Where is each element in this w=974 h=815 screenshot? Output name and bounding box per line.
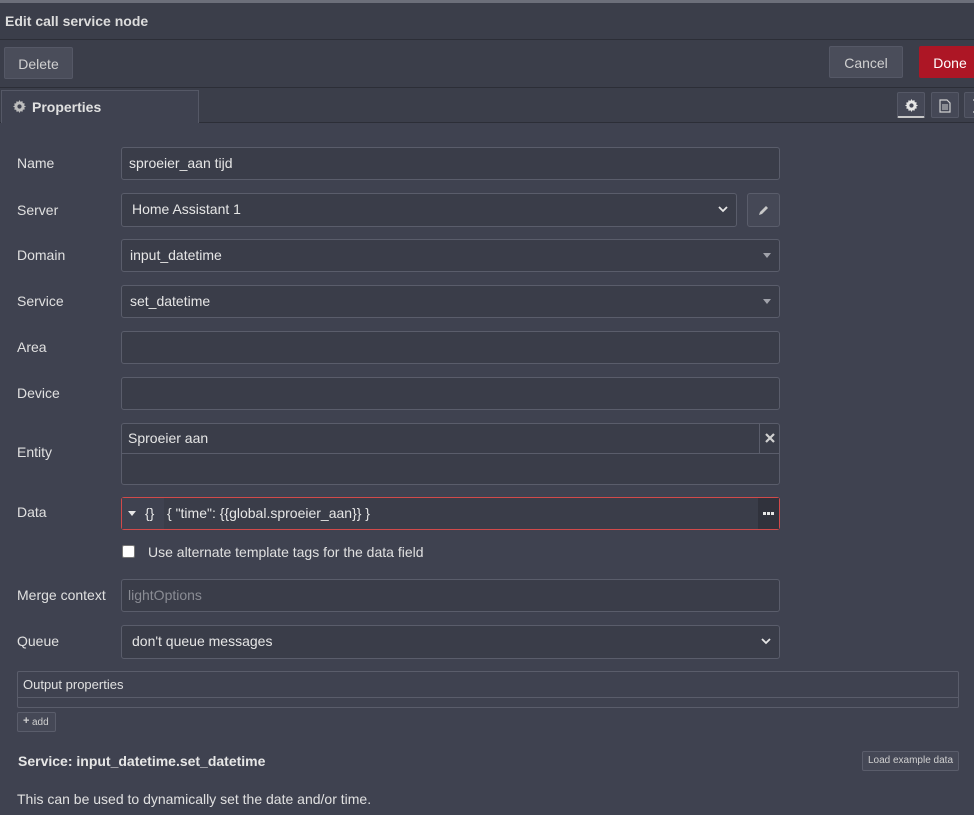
alt-template-tags-checkbox[interactable] bbox=[122, 545, 135, 558]
dialog-title: Edit call service node bbox=[5, 13, 149, 29]
chevron-down-icon bbox=[718, 206, 728, 213]
service-label: Service bbox=[17, 293, 64, 309]
chevron-down-icon bbox=[761, 638, 771, 645]
entity-label: Entity bbox=[17, 444, 53, 460]
add-output-label: add bbox=[32, 717, 49, 728]
domain-value: input_datetime bbox=[130, 247, 222, 263]
caret-down-icon bbox=[763, 299, 771, 304]
data-type-selector[interactable]: {} bbox=[122, 498, 164, 529]
gear-icon bbox=[13, 100, 26, 113]
merge-context-label: Merge context bbox=[17, 587, 106, 603]
entity-tag[interactable]: Sproeier aan bbox=[122, 424, 759, 454]
dialog-titlebar: Edit call service node bbox=[0, 3, 974, 40]
area-label: Area bbox=[17, 339, 47, 355]
json-type-icon: {} bbox=[145, 505, 155, 521]
device-label: Device bbox=[17, 385, 60, 401]
tab-properties-label: Properties bbox=[32, 99, 102, 115]
data-label: Data bbox=[17, 504, 47, 520]
alt-template-tags-label: Use alternate template tags for the data… bbox=[148, 544, 424, 560]
name-value: sproeier_aan tijd bbox=[129, 155, 233, 171]
server-value: Home Assistant 1 bbox=[132, 201, 241, 217]
service-input[interactable]: set_datetime bbox=[121, 285, 780, 318]
dialog-toolbar: Delete Cancel Done bbox=[0, 40, 974, 88]
appearance-tab-button[interactable] bbox=[964, 92, 974, 118]
tab-bar: Properties bbox=[0, 88, 974, 123]
ellipsis-icon bbox=[763, 512, 774, 515]
entity-input[interactable]: Sproeier aan bbox=[121, 423, 780, 485]
caret-down-icon bbox=[763, 253, 771, 258]
plus-icon: + bbox=[23, 715, 30, 727]
merge-context-placeholder: lightOptions bbox=[128, 587, 202, 603]
area-input[interactable] bbox=[121, 331, 780, 364]
settings-tab-button[interactable] bbox=[897, 92, 925, 118]
tab-properties[interactable]: Properties bbox=[1, 90, 199, 123]
name-input[interactable]: sproeier_aan tijd bbox=[121, 147, 780, 180]
domain-label: Domain bbox=[17, 247, 66, 263]
service-description: This can be used to dynamically set the … bbox=[17, 791, 372, 807]
server-label: Server bbox=[17, 202, 59, 218]
merge-context-input[interactable]: lightOptions bbox=[121, 579, 780, 612]
queue-value: don't queue messages bbox=[132, 633, 273, 649]
load-example-data-button[interactable]: Load example data bbox=[862, 751, 959, 771]
cancel-button[interactable]: Cancel bbox=[829, 46, 903, 78]
done-button[interactable]: Done bbox=[919, 46, 974, 78]
queue-label: Queue bbox=[17, 633, 60, 649]
service-value: set_datetime bbox=[130, 293, 211, 309]
entity-value: Sproeier aan bbox=[128, 430, 209, 446]
pencil-icon bbox=[759, 206, 768, 215]
close-icon bbox=[765, 433, 775, 443]
domain-input[interactable]: input_datetime bbox=[121, 239, 780, 272]
caret-down-icon bbox=[128, 511, 136, 516]
expand-editor-button[interactable] bbox=[758, 498, 779, 529]
name-label: Name bbox=[17, 155, 55, 171]
add-output-button[interactable]: + add bbox=[17, 712, 56, 732]
description-tab-button[interactable] bbox=[931, 92, 959, 118]
data-typed-input[interactable]: {} { "time": {{global.sproeier_aan}} } bbox=[121, 497, 780, 530]
server-select[interactable]: Home Assistant 1 bbox=[121, 193, 737, 227]
data-value: { "time": {{global.sproeier_aan}} } bbox=[167, 505, 370, 521]
queue-select[interactable]: don't queue messages bbox=[121, 625, 780, 659]
edit-server-button[interactable] bbox=[747, 193, 780, 227]
output-properties-title: Output properties bbox=[23, 677, 124, 692]
output-properties-list: Output properties bbox=[17, 671, 959, 708]
service-info-title: Service: input_datetime.set_datetime bbox=[18, 753, 266, 769]
output-properties-header: Output properties bbox=[18, 672, 958, 698]
delete-button[interactable]: Delete bbox=[4, 47, 73, 79]
device-input[interactable] bbox=[121, 377, 780, 410]
remove-entity-button[interactable] bbox=[759, 424, 780, 454]
